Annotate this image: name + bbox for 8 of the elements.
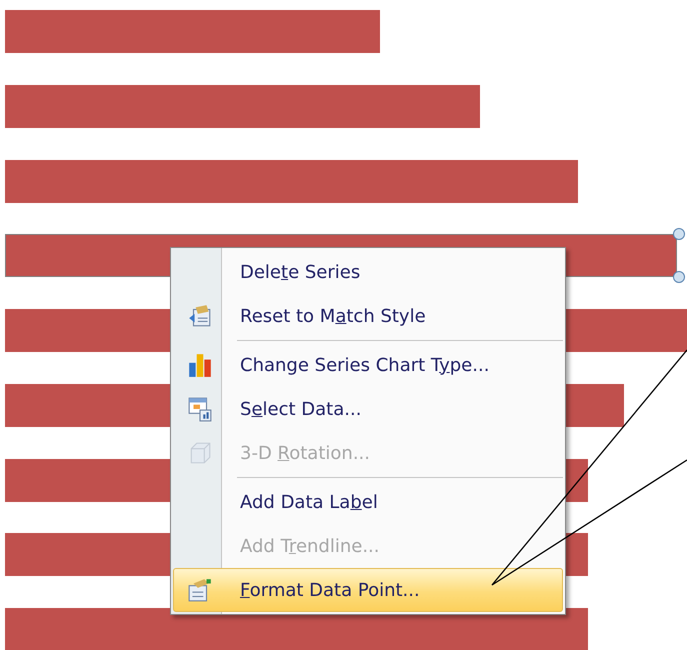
menu-item-label: Select Data...	[239, 398, 362, 420]
menu-item-label: Delete Series	[239, 262, 360, 282]
menu-item-label: 3-D Rotation...	[239, 442, 370, 464]
menu-item-label: Reset to Match Style	[239, 306, 426, 326]
menu-item-label: Format Data Point...	[239, 580, 420, 600]
menu-item-label: Add Trendline...	[239, 536, 380, 556]
menu-item-label: Add Data Label	[239, 492, 378, 512]
menu-item-label: Change Series Chart Type...	[239, 354, 490, 376]
